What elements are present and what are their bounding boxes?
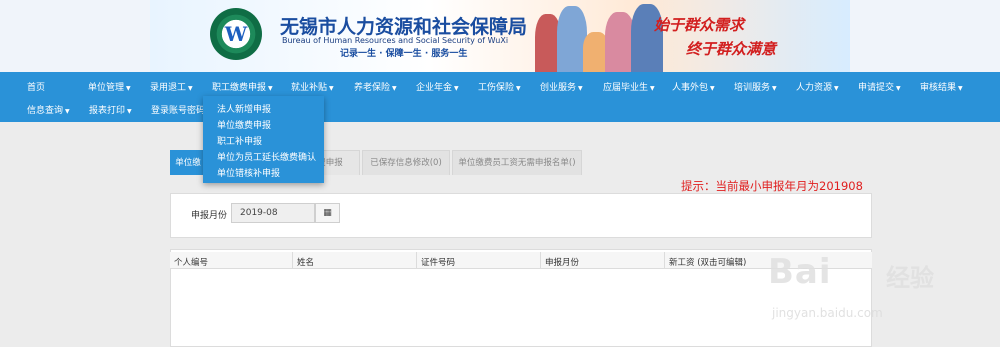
nav-report-print[interactable]: 报表打印 ▼ (89, 103, 132, 116)
caret-down-icon: ▼ (650, 85, 655, 92)
nav-training[interactable]: 培训服务 ▼ (734, 80, 777, 93)
nav-employee-payment[interactable]: 职工缴费申报 ▼ (212, 80, 273, 93)
nav-label: 报表打印 (89, 106, 126, 116)
caret-down-icon: ▼ (958, 85, 963, 92)
watermark-brand: Bai (768, 252, 832, 292)
family-photo (535, 2, 665, 72)
menu-item-new-legal-person[interactable]: 法人新增申报 (217, 102, 271, 115)
column-divider (664, 252, 665, 269)
nav-label: 培训服务 (734, 83, 771, 93)
nav-label: 录用退工 (150, 83, 187, 93)
caret-down-icon: ▼ (127, 108, 132, 115)
column-divider (416, 252, 417, 269)
nav-injury-insurance[interactable]: 工伤保险 ▼ (478, 80, 521, 93)
nav-label: 养老保险 (354, 83, 391, 93)
calendar-icon: ▦ (323, 208, 332, 218)
site-slogan: 记录一生 · 保障一生 · 服务一生 (340, 49, 468, 59)
slogan-right-line1: 始于群众需求 (654, 16, 745, 34)
nav-label: 单位管理 (88, 83, 125, 93)
menu-item-employee-supplement[interactable]: 职工补申报 (217, 134, 262, 147)
caret-down-icon: ▼ (516, 85, 521, 92)
declare-month-label: 申报月份 (191, 211, 228, 221)
caret-down-icon: ▼ (710, 85, 715, 92)
caret-down-icon: ▼ (896, 85, 901, 92)
nav-label: 就业补贴 (291, 83, 328, 93)
watermark-brand-cn: 经验 (886, 264, 934, 292)
nav-label: 审核结果 (920, 83, 957, 93)
caret-down-icon: ▼ (772, 85, 777, 92)
nav-label: 登录账号密码 (151, 106, 206, 116)
tab-no-declare-list[interactable]: 单位缴费员工资无需申报名单() (452, 150, 582, 175)
nav-label: 工伤保险 (478, 83, 515, 93)
col-header-new-salary[interactable]: 新工资 (双击可编辑) (669, 256, 746, 268)
menu-item-extend-payment[interactable]: 单位为员工延长缴费确认 (217, 150, 316, 163)
nav-unit-management[interactable]: 单位管理 ▼ (88, 80, 131, 93)
tab-unit-payment[interactable]: 单位缴 (170, 150, 206, 175)
caret-down-icon: ▼ (268, 85, 273, 92)
min-month-tip: 提示：当前最小申报年月为201908 (681, 179, 863, 193)
caret-down-icon: ▼ (392, 85, 397, 92)
caret-down-icon: ▼ (834, 85, 839, 92)
nav-hire-dismiss[interactable]: 录用退工 ▼ (150, 80, 193, 93)
nav-human-resources[interactable]: 人力资源 ▼ (796, 80, 839, 93)
nav-label: 人事外包 (672, 83, 709, 93)
nav-info-query[interactable]: 信息查询 ▼ (27, 103, 70, 116)
site-title-en: Bureau of Human Resources and Social Sec… (282, 36, 509, 45)
nav-label: 创业服务 (540, 83, 577, 93)
col-header-id[interactable]: 个人编号 (174, 256, 208, 268)
nav-hr-outsourcing[interactable]: 人事外包 ▼ (672, 80, 715, 93)
col-header-month[interactable]: 申报月份 (545, 256, 579, 268)
nav-pension[interactable]: 养老保险 ▼ (354, 80, 397, 93)
caret-down-icon: ▼ (578, 85, 583, 92)
nav-label: 应届毕业生 (603, 83, 649, 93)
nav-startup-service[interactable]: 创业服务 ▼ (540, 80, 583, 93)
tab-saved-edits[interactable]: 已保存信息修改(0) (362, 150, 450, 175)
slogan-right-line2: 终于群众满意 (686, 40, 777, 58)
nav-label: 职工缴费申报 (212, 83, 267, 93)
caret-down-icon: ▼ (126, 85, 131, 92)
column-divider (540, 252, 541, 269)
nav-label: 首页 (27, 83, 46, 93)
nav-label: 人力资源 (796, 83, 833, 93)
menu-item-correction-supplement[interactable]: 单位错核补申报 (217, 166, 280, 179)
caret-down-icon: ▼ (188, 85, 193, 92)
logo-mark-icon: W (224, 22, 248, 46)
nav-enterprise-annuity[interactable]: 企业年金 ▼ (416, 80, 459, 93)
caret-down-icon: ▼ (65, 108, 70, 115)
caret-down-icon: ▼ (329, 85, 334, 92)
menu-item-unit-payment[interactable]: 单位缴费申报 (217, 118, 271, 131)
nav-home[interactable]: 首页 (27, 80, 45, 93)
col-header-id-number[interactable]: 证件号码 (421, 256, 455, 268)
col-header-name[interactable]: 姓名 (297, 256, 314, 268)
nav-graduates[interactable]: 应届毕业生 ▼ (603, 80, 655, 93)
caret-down-icon: ▼ (454, 85, 459, 92)
site-title: 无锡市人力资源和社会保障局 (280, 16, 528, 38)
watermark-logo: Bai 经验 jingyan.baidu.com (768, 242, 998, 342)
watermark-url: jingyan.baidu.com (772, 306, 883, 320)
employee-payment-dropdown: 法人新增申报 单位缴费申报 职工补申报 单位为员工延长缴费确认 单位错核补申报 (203, 96, 324, 183)
calendar-button[interactable]: ▦ (315, 203, 340, 223)
table-header (170, 252, 872, 269)
nav-label: 申请提交 (858, 83, 895, 93)
declare-month-input[interactable]: 2019-08 (231, 203, 315, 223)
header-banner: W 无锡市人力资源和社会保障局 Bureau of Human Resource… (0, 0, 1000, 72)
nav-label: 信息查询 (27, 106, 64, 116)
column-divider (292, 252, 293, 269)
nav-employment-subsidy[interactable]: 就业补贴 ▼ (291, 80, 334, 93)
nav-label: 企业年金 (416, 83, 453, 93)
nav-review-results[interactable]: 审核结果 ▼ (920, 80, 963, 93)
nav-submit-application[interactable]: 申请提交 ▼ (858, 80, 901, 93)
main-nav: 首页 单位管理 ▼ 录用退工 ▼ 职工缴费申报 ▼ 就业补贴 ▼ 养老保险 ▼ 企业年金 ▼… (0, 72, 1000, 122)
